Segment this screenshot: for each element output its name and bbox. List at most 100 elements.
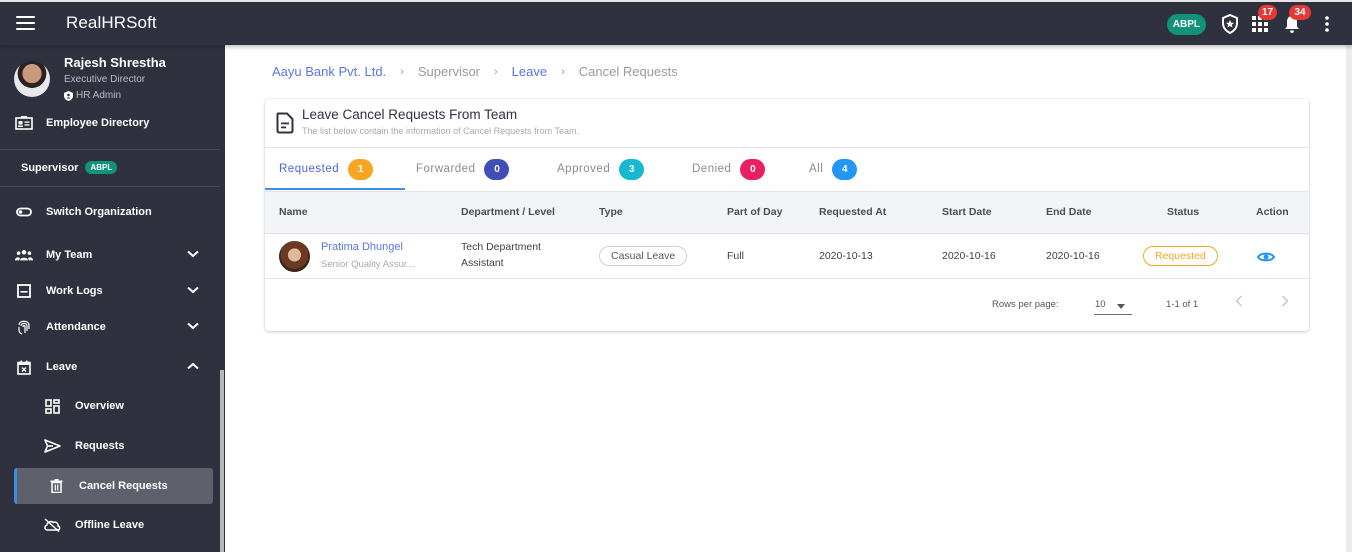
- breadcrumb-supervisor: Supervisor: [417, 64, 480, 79]
- org-chip[interactable]: ABPL: [1166, 13, 1206, 35]
- sidebar-item-label: My Team: [46, 249, 93, 261]
- employee-name-link[interactable]: Pratima Dhungel: [321, 241, 403, 253]
- tab-approved[interactable]: Approved 3: [557, 148, 645, 190]
- sidebar: Rajesh Shrestha Executive Director HR Ad…: [0, 45, 225, 552]
- sidebar-scrollbar[interactable]: [220, 370, 224, 552]
- trash-icon: [47, 477, 65, 495]
- rows-per-page-label: Rows per page:: [992, 299, 1059, 310]
- column-header-action: Action: [1256, 206, 1289, 218]
- divider: [0, 186, 220, 187]
- chevron-down-icon[interactable]: [187, 249, 199, 261]
- column-header-name[interactable]: Name: [279, 206, 308, 218]
- tab-count-badge: 3: [619, 158, 645, 180]
- department: Tech Department: [461, 241, 541, 253]
- top-actions: ABPL 17 34: [1166, 5, 1336, 38]
- bell-icon[interactable]: 34: [1278, 5, 1311, 38]
- chevron-up-icon[interactable]: [187, 361, 199, 373]
- sidebar-item-label: Requests: [75, 440, 125, 452]
- tab-all[interactable]: All 4: [809, 148, 858, 190]
- previous-page-button[interactable]: [1235, 294, 1243, 312]
- main-content: Aayu Bank Pvt. Ltd. › Supervisor › Leave…: [225, 45, 1345, 552]
- tab-label: Denied: [692, 163, 732, 175]
- chevron-down-icon[interactable]: [187, 285, 199, 297]
- chevron-down-icon[interactable]: [187, 321, 199, 333]
- avatar: [14, 61, 50, 97]
- admin-label: HR Admin: [76, 90, 122, 101]
- apps-grid-icon[interactable]: 17: [1246, 5, 1278, 38]
- sidebar-item-attendance[interactable]: Attendance: [0, 312, 225, 342]
- leave-type-chip: Casual Leave: [599, 246, 688, 266]
- column-header-part-of-day[interactable]: Part of Day: [727, 206, 782, 218]
- card-title: Leave Cancel Requests From Team: [302, 107, 518, 122]
- column-header-end-date[interactable]: End Date: [1046, 206, 1092, 218]
- shield-user-icon: [64, 90, 73, 101]
- column-header-start-date[interactable]: Start Date: [942, 206, 992, 218]
- table-row: Pratima Dhungel Senior Quality Assur... …: [265, 235, 1309, 279]
- breadcrumb-separator: ›: [400, 65, 404, 78]
- fingerprint-icon: [15, 318, 33, 336]
- dashboard-icon: [43, 397, 61, 415]
- top-app-bar: RealHRSoft ABPL 17 34: [0, 0, 1352, 45]
- shield-star-icon[interactable]: [1216, 10, 1244, 38]
- sidebar-item-label: Attendance: [46, 321, 106, 333]
- eye-icon[interactable]: [1256, 250, 1276, 268]
- rows-per-page-value: 10: [1095, 299, 1106, 310]
- next-page-button[interactable]: [1281, 294, 1289, 312]
- dropdown-arrow-icon: [1117, 304, 1125, 309]
- sidebar-item-cancel-requests[interactable]: Cancel Requests: [0, 471, 225, 501]
- part-of-day: Full: [727, 250, 744, 262]
- status-tabs: Requested 1 Forwarded 0 Approved 3 Denie…: [265, 148, 1309, 190]
- tab-count-badge: 0: [484, 158, 510, 180]
- more-vert-icon[interactable]: [1318, 10, 1336, 38]
- breadcrumb-organization[interactable]: Aayu Bank Pvt. Ltd.: [272, 64, 386, 79]
- page-range: 1-1 of 1: [1166, 299, 1199, 310]
- sidebar-item-my-team[interactable]: My Team: [0, 240, 225, 270]
- sidebar-item-leave[interactable]: Leave: [0, 352, 225, 382]
- sidebar-item-label: Employee Directory: [46, 117, 150, 129]
- requested-at: 2020-10-13: [819, 250, 873, 262]
- column-header-status[interactable]: Status: [1167, 206, 1199, 218]
- end-date: 2020-10-16: [1046, 250, 1100, 262]
- tab-requested[interactable]: Requested 1: [279, 148, 374, 190]
- tab-denied[interactable]: Denied 0: [692, 148, 766, 190]
- sidebar-item-overview[interactable]: Overview: [0, 391, 225, 421]
- sidebar-item-offline-leave[interactable]: Offline Leave: [0, 510, 225, 540]
- start-date: 2020-10-16: [942, 250, 996, 262]
- card-subtitle: The list below contain the information o…: [302, 126, 579, 136]
- rows-per-page-select[interactable]: 10: [1094, 293, 1132, 315]
- status-badge: Requested: [1143, 246, 1218, 266]
- employee-avatar: [279, 241, 310, 272]
- cancel-requests-card: Leave Cancel Requests From Team The list…: [265, 99, 1309, 331]
- breadcrumb-separator: ›: [494, 65, 498, 78]
- sidebar-item-work-logs[interactable]: Work Logs: [0, 276, 225, 306]
- section-label: Supervisor: [21, 161, 79, 174]
- document-icon: [276, 112, 294, 139]
- menu-icon[interactable]: [16, 16, 35, 30]
- apps-badge: 17: [1258, 5, 1278, 20]
- sidebar-item-employee-directory[interactable]: Employee Directory: [0, 108, 225, 138]
- sidebar-item-label: Cancel Requests: [79, 480, 168, 492]
- worklog-icon: [15, 282, 33, 300]
- sidebar-item-label: Switch Organization: [46, 206, 152, 218]
- breadcrumb-separator: ›: [561, 65, 565, 78]
- send-icon: [43, 437, 61, 455]
- tab-count-badge: 4: [832, 158, 858, 180]
- column-header-department[interactable]: Department / Level: [461, 206, 555, 218]
- tab-forwarded[interactable]: Forwarded 0: [416, 148, 510, 190]
- divider: [0, 149, 220, 150]
- column-header-requested-at[interactable]: Requested At: [819, 206, 886, 218]
- card-header: Leave Cancel Requests From Team The list…: [265, 99, 1309, 148]
- tab-label: All: [809, 163, 824, 175]
- sidebar-item-label: Offline Leave: [75, 519, 145, 531]
- user-role: Executive Director: [64, 74, 146, 85]
- contact-card-icon: [15, 114, 33, 132]
- page-scrollbar[interactable]: [1346, 45, 1352, 552]
- cloud-off-icon: [43, 516, 61, 534]
- section-supervisor: Supervisor ABPL: [21, 161, 118, 174]
- sidebar-item-switch-organization[interactable]: Switch Organization: [0, 197, 225, 227]
- sidebar-item-requests[interactable]: Requests: [0, 431, 225, 461]
- column-header-type[interactable]: Type: [599, 206, 623, 218]
- breadcrumb-current: Cancel Requests: [578, 64, 678, 79]
- breadcrumb-leave[interactable]: Leave: [512, 64, 547, 79]
- sidebar-item-label: Leave: [46, 361, 78, 373]
